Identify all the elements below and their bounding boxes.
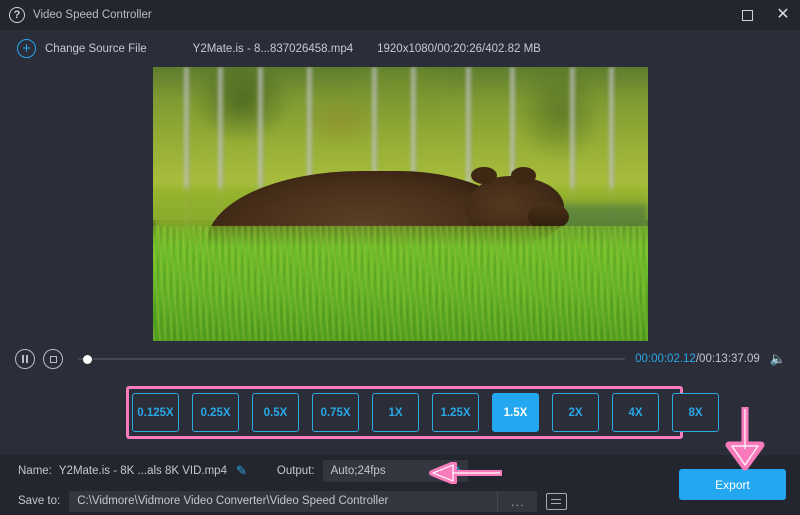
video-speed-controller-window: ? Video Speed Controller ✕ + Change Sour…	[0, 0, 800, 515]
bear-ear	[511, 167, 536, 184]
source-file-name: Y2Mate.is - 8...837026458.mp4	[193, 43, 353, 55]
stop-button[interactable]	[43, 349, 63, 369]
folder-icon[interactable]	[546, 493, 567, 510]
speed-buttons: 0.125X 0.25X 0.5X 0.75X 1X 1.25X 1.5X 2X…	[132, 393, 719, 432]
seek-track	[78, 358, 625, 361]
speed-button-8x[interactable]: 8X	[672, 393, 719, 432]
save-path-value: C:\Vidmore\Vidmore Video Converter\Video…	[77, 495, 388, 507]
bear-ear	[471, 167, 496, 184]
title-bar: ? Video Speed Controller ✕	[0, 0, 800, 30]
browse-button[interactable]: ...	[497, 491, 537, 512]
source-bar: + Change Source File Y2Mate.is - 8...837…	[0, 30, 800, 67]
output-format-value: Auto;24fps	[331, 465, 386, 477]
bottom-bar: Name: Y2Mate.is - 8K ...als 8K VID.mp4 ✎…	[0, 455, 800, 515]
speed-button-075x[interactable]: 0.75X	[312, 393, 359, 432]
export-button[interactable]: Export	[679, 469, 786, 500]
save-to-label: Save to:	[18, 495, 60, 507]
foreground-grass	[153, 226, 648, 341]
close-icon: ✕	[776, 7, 789, 23]
help-circle-icon[interactable]: ?	[9, 7, 25, 23]
pause-icon	[22, 355, 28, 363]
window-controls: ✕	[736, 0, 794, 30]
playback-bar: 00:00:02.12 / 00:13:37.09 🔈	[0, 341, 800, 377]
change-source-file-button[interactable]: Change Source File	[45, 43, 147, 55]
seek-slider[interactable]	[78, 351, 625, 367]
pencil-icon[interactable]: ✎	[236, 463, 247, 479]
speed-button-4x[interactable]: 4X	[612, 393, 659, 432]
speed-button-05x[interactable]: 0.5X	[252, 393, 299, 432]
source-file-meta: 1920x1080/00:20:26/402.82 MB	[377, 43, 541, 55]
total-time: 00:13:37.09	[699, 353, 760, 365]
current-time: 00:00:02.12	[635, 353, 696, 365]
video-preview[interactable]	[153, 67, 648, 341]
speed-button-0125x[interactable]: 0.125X	[132, 393, 179, 432]
speed-button-1x[interactable]: 1X	[372, 393, 419, 432]
video-stage	[0, 67, 800, 341]
speed-button-025x[interactable]: 0.25X	[192, 393, 239, 432]
save-to-row: Save to: C:\Vidmore\Vidmore Video Conver…	[0, 489, 567, 513]
seek-handle[interactable]	[83, 355, 92, 364]
output-format-field[interactable]: Auto;24fps ⚙	[323, 460, 468, 482]
speed-button-15x[interactable]: 1.5X	[492, 393, 539, 432]
output-file-name: Y2Mate.is - 8K ...als 8K VID.mp4	[59, 465, 227, 477]
maximize-button[interactable]	[736, 4, 758, 26]
close-button[interactable]: ✕	[772, 4, 794, 26]
name-output-row: Name: Y2Mate.is - 8K ...als 8K VID.mp4 ✎…	[0, 455, 468, 487]
window-title: Video Speed Controller	[33, 9, 152, 21]
name-label: Name:	[18, 465, 52, 477]
speed-button-2x[interactable]: 2X	[552, 393, 599, 432]
maximize-icon	[742, 10, 753, 21]
pause-button[interactable]	[15, 349, 35, 369]
volume-icon[interactable]: 🔈	[770, 351, 786, 367]
save-path-field[interactable]: C:\Vidmore\Vidmore Video Converter\Video…	[69, 491, 537, 512]
speed-button-125x[interactable]: 1.25X	[432, 393, 479, 432]
plus-circle-icon[interactable]: +	[17, 39, 36, 58]
speed-options-row: 0.125X 0.25X 0.5X 0.75X 1X 1.25X 1.5X 2X…	[0, 377, 800, 455]
output-label: Output:	[277, 465, 315, 477]
gear-icon[interactable]: ⚙	[449, 464, 462, 478]
stop-icon	[50, 356, 57, 363]
